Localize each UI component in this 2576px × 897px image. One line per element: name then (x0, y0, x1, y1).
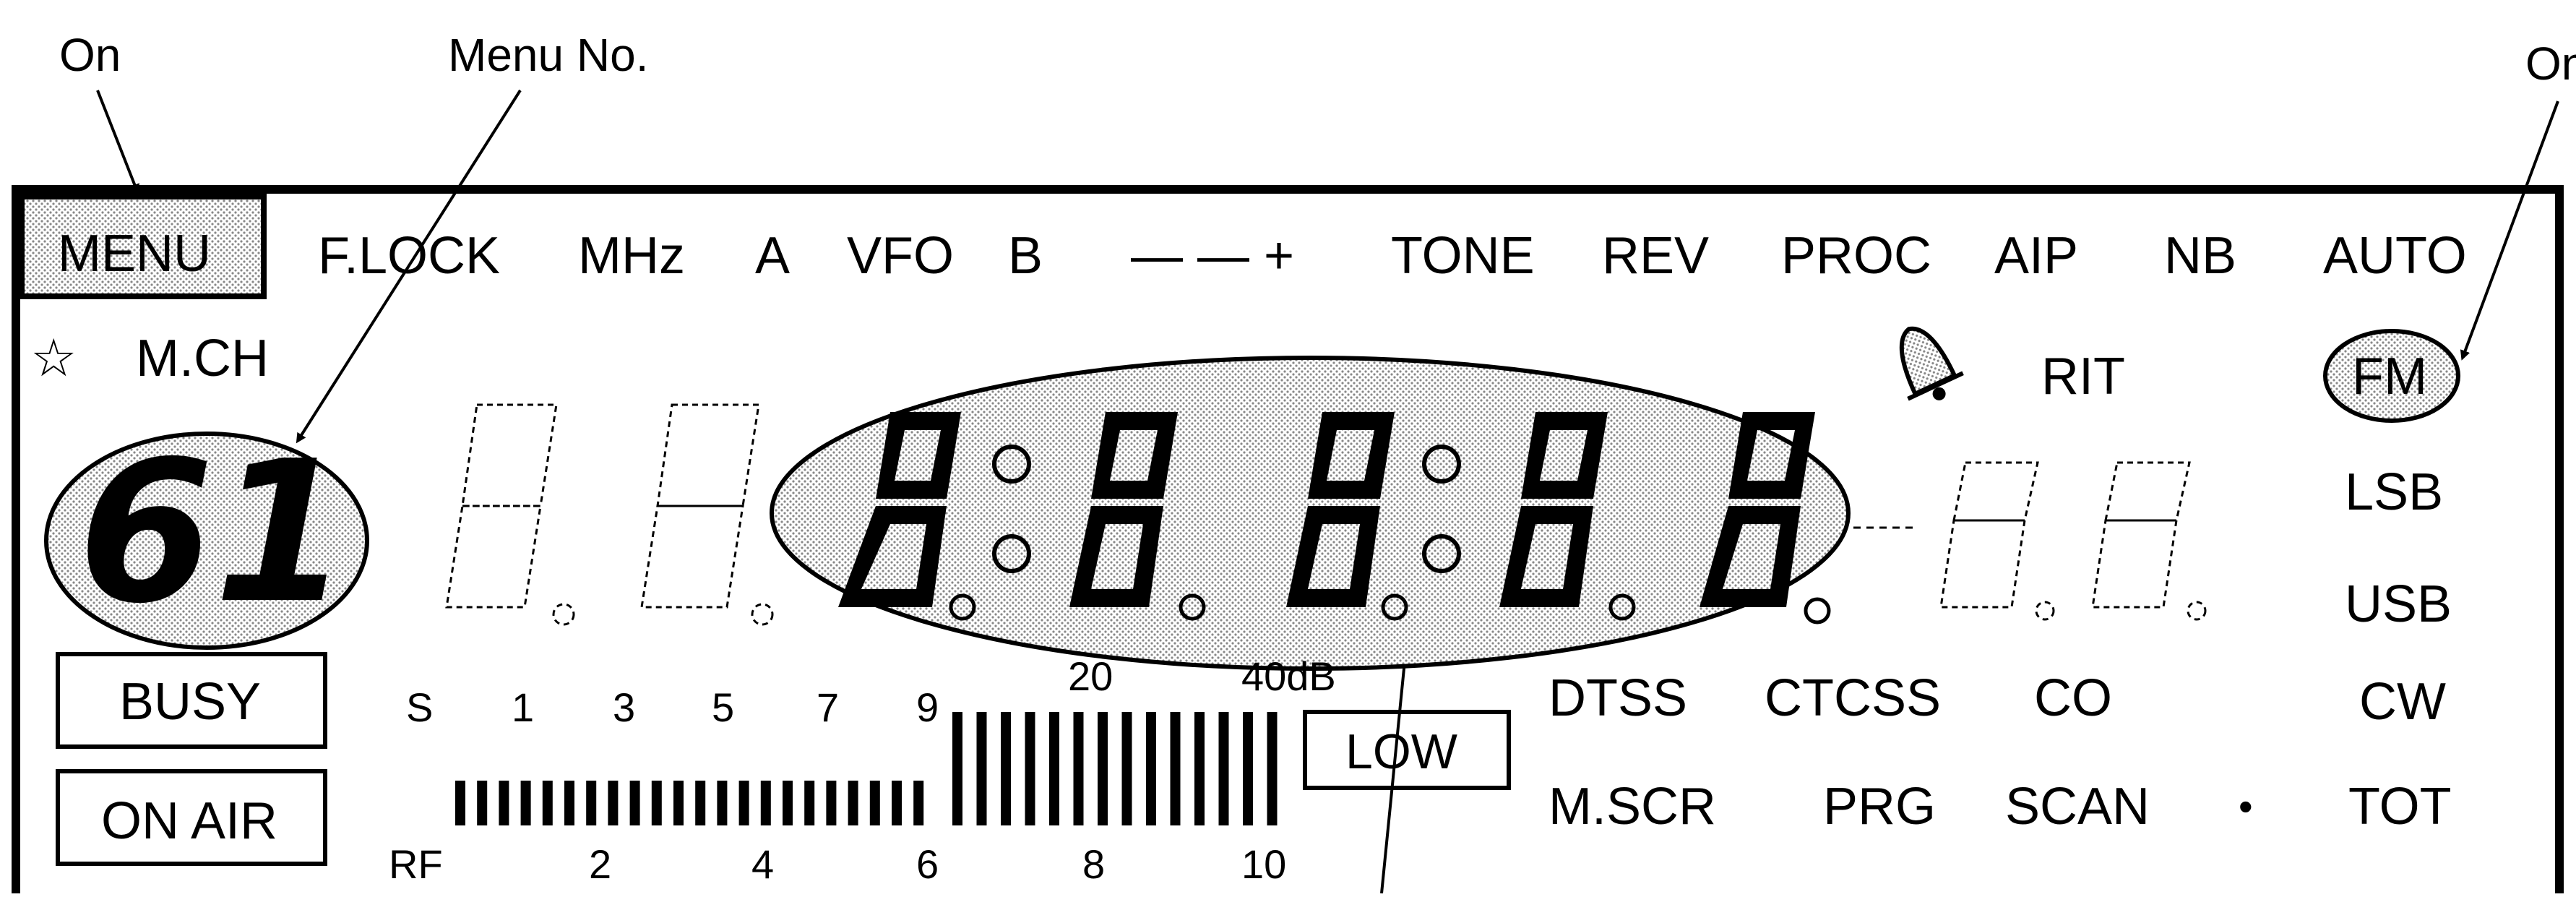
fm-label: FM (2352, 348, 2427, 405)
ctcss-label: CTCSS (1765, 669, 1941, 727)
meter-bar-tall (1025, 712, 1035, 825)
rf-label-0: RF (389, 841, 443, 887)
rf-labels: RF 2 4 6 8 10 (389, 841, 1286, 887)
rf-label-1: 2 (589, 841, 611, 887)
s-label-2: 3 (613, 684, 635, 730)
dot-label: • (2239, 784, 2253, 829)
s-label-0: S (406, 684, 433, 730)
meter-bar-short (629, 781, 640, 825)
meter-bar-short (913, 781, 924, 825)
rf-label-5: 10 (1241, 841, 1286, 887)
vfo-label: VFO (847, 227, 954, 285)
meter-bar-short (608, 781, 619, 825)
db-label-0: 20 (1068, 653, 1113, 699)
decimal-5 (1804, 597, 1831, 625)
meter-bar-short (804, 781, 815, 825)
meter-bar-tall (1194, 712, 1205, 825)
meter-bar-tall (1170, 712, 1181, 825)
menu-number: 61 (78, 419, 350, 646)
s-label-5: 9 (916, 684, 939, 730)
dim-digit-left-1 (445, 403, 575, 626)
dim-digit-left-2 (640, 403, 774, 626)
usb-label: USB (2345, 575, 2452, 633)
meter-bar-short (455, 781, 465, 825)
star-icon: ☆ (30, 330, 77, 387)
meter-bar-short (651, 781, 662, 825)
dim-digit-right-1 (1939, 461, 2055, 621)
rf-label-3: 6 (916, 841, 939, 887)
meter-bar-short (783, 781, 793, 825)
callout-on-right: On (2525, 38, 2576, 90)
meter-bar-tall (1121, 712, 1132, 825)
s-meter-bars (455, 712, 1278, 825)
meter-bar-short (520, 781, 531, 825)
lcd-diagram: On Menu No. On MENU F.LOCK MHz A VFO B —… (12, 29, 2576, 897)
meter-bar-tall (1267, 712, 1278, 825)
meter-bar-short (738, 781, 749, 825)
tot-label: TOT (2348, 778, 2452, 836)
prg-label: PRG (1823, 778, 1936, 836)
s-label-3: 5 (712, 684, 734, 730)
flock-label: F.LOCK (318, 227, 500, 285)
leader-on-right (2460, 100, 2559, 361)
nb-label: NB (2164, 227, 2236, 285)
meter-bar-short (499, 781, 509, 825)
meter-bar-short (586, 781, 597, 825)
meter-bar-tall (976, 712, 987, 825)
rit-label: RIT (2041, 348, 2125, 405)
meter-bar-tall (1098, 712, 1108, 825)
mch-label: M.CH (136, 330, 269, 387)
co-label: CO (2034, 669, 2112, 727)
callout-menu-no: Menu No. (448, 29, 648, 81)
meter-bar-short (564, 781, 574, 825)
lsb-label: LSB (2345, 463, 2443, 521)
meter-bar-tall (1073, 712, 1084, 825)
meter-bar-short (717, 781, 728, 825)
mhz-label: MHz (578, 227, 685, 285)
meter-bar-short (542, 781, 553, 825)
meter-bar-tall (1146, 712, 1156, 825)
meter-bar-short (695, 781, 706, 825)
db-label-1: 40dB (1241, 653, 1336, 699)
aip-label: AIP (1994, 227, 2078, 285)
meter-bar-short (826, 781, 837, 825)
callout-on-left: On (59, 29, 121, 81)
s-label-4: 7 (817, 684, 839, 730)
tone-label: TONE (1391, 227, 1535, 285)
on-air-label: ON AIR (101, 792, 277, 850)
cw-label: CW (2359, 673, 2446, 731)
meter-bar-short (869, 781, 880, 825)
scan-label: SCAN (2005, 778, 2150, 836)
a-label: A (755, 227, 790, 285)
meter-bar-tall (1243, 712, 1253, 825)
busy-label: BUSY (119, 673, 261, 731)
low-label: LOW (1345, 724, 1457, 779)
meter-bar-short (760, 781, 771, 825)
b-label: B (1008, 227, 1043, 285)
meter-bar-short (673, 781, 684, 825)
mscr-label: M.SCR (1548, 778, 1716, 836)
minus-plus-label: — — + (1131, 227, 1294, 285)
dtss-label: DTSS (1548, 669, 1687, 727)
menu-label: MENU (58, 225, 211, 283)
rf-label-4: 8 (1082, 841, 1105, 887)
rev-label: REV (1602, 227, 1709, 285)
meter-bar-short (892, 781, 902, 825)
leader-on-left (96, 90, 139, 194)
dim-digit-right-2 (2091, 461, 2207, 621)
meter-bar-tall (1001, 712, 1011, 825)
proc-label: PROC (1781, 227, 1931, 285)
auto-label: AUTO (2323, 227, 2467, 285)
meter-bar-tall (1049, 712, 1059, 825)
rf-label-2: 4 (751, 841, 774, 887)
meter-bar-short (848, 781, 858, 825)
meter-bar-tall (1218, 712, 1229, 825)
s-label-1: 1 (512, 684, 534, 730)
meter-bar-tall (952, 712, 962, 825)
bell-icon (1899, 326, 1964, 401)
meter-bar-short (477, 781, 488, 825)
